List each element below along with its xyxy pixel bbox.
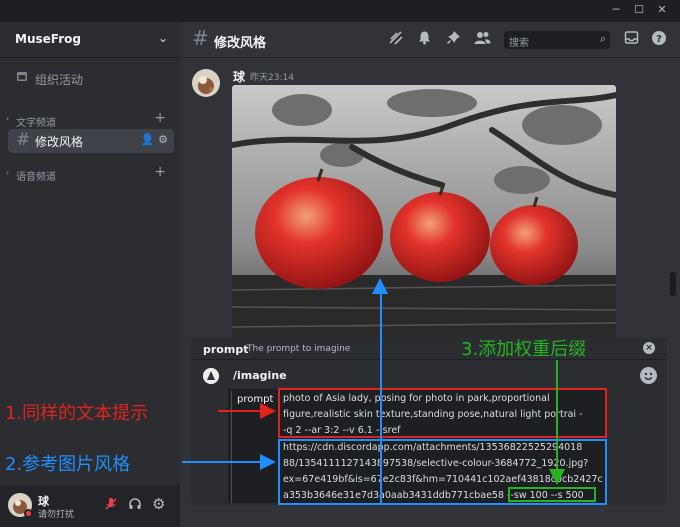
- server-header[interactable]: MuseFrog ⌄: [0, 22, 180, 58]
- command-name: /imagine: [233, 369, 287, 382]
- annotation-label-1: 1.同样的文本提示: [5, 403, 149, 424]
- bot-avatar: [203, 368, 219, 384]
- mic-muted-icon[interactable]: [104, 497, 118, 515]
- add-channel-icon[interactable]: +: [154, 164, 166, 180]
- headphones-icon[interactable]: [128, 497, 142, 515]
- option-name: prompt: [203, 343, 249, 356]
- invite-icon[interactable]: 👤: [141, 133, 155, 146]
- page-title: 修改风格: [214, 36, 267, 51]
- emoji-icon[interactable]: [640, 367, 657, 384]
- sidebar-item-label: 组织活动: [35, 73, 84, 87]
- hash-icon: #: [192, 26, 209, 50]
- window-titlebar: ─ ☐ ✕: [0, 0, 680, 22]
- server-name: MuseFrog: [15, 32, 81, 46]
- add-channel-icon[interactable]: +: [154, 110, 166, 126]
- chevron-right-icon: ›: [6, 114, 10, 123]
- threads-icon[interactable]: [386, 30, 406, 50]
- bell-icon[interactable]: [414, 30, 434, 50]
- user-panel: 球 请勿打扰 ⚙: [0, 485, 180, 527]
- chevron-down-icon: ⌄: [157, 31, 168, 45]
- members-icon[interactable]: [472, 30, 492, 50]
- svg-text:?: ?: [656, 34, 662, 45]
- chevron-right-icon: ›: [6, 168, 10, 177]
- param-label: prompt: [237, 394, 274, 405]
- maximize-icon[interactable]: ☐: [631, 2, 647, 18]
- option-description: The prompt to imagine: [247, 344, 351, 354]
- channel-tools: 👤 ⚙: [141, 133, 168, 146]
- inbox-icon[interactable]: [621, 30, 641, 50]
- hash-icon: #: [16, 130, 31, 150]
- category-label: 语音频道: [16, 172, 56, 183]
- category-text-channels[interactable]: › 文字频道 +: [0, 110, 180, 130]
- annotation-label-3: 3.添加权重后缀: [461, 339, 587, 360]
- annotation-label-2: 2.参考图片风格: [5, 454, 131, 475]
- message-author[interactable]: 球: [233, 68, 245, 85]
- help-icon[interactable]: ?: [649, 30, 669, 50]
- message-timestamp: 昨天23:14: [250, 73, 294, 83]
- pin-icon[interactable]: [443, 30, 463, 50]
- channel-label: 修改风格: [35, 135, 84, 149]
- prompt-param-chip: prompt: [231, 391, 277, 503]
- search-placeholder: 搜索: [509, 38, 529, 49]
- option-hint-bar: prompt The prompt to imagine ×: [191, 338, 667, 360]
- scrollbar-thumb[interactable]: [670, 272, 676, 296]
- minimize-icon[interactable]: ─: [608, 2, 624, 18]
- annotation-box-weight: [508, 487, 596, 502]
- sidebar-item-events[interactable]: 组织活动: [8, 66, 174, 90]
- user-status: 请勿打扰: [38, 510, 75, 520]
- search-input[interactable]: 搜索 ⌕: [504, 31, 610, 49]
- calendar-icon: [16, 70, 28, 86]
- channel-header: # 修改风格 搜索 ⌕ ?: [180, 22, 680, 58]
- settings-gear-icon[interactable]: ⚙: [152, 495, 165, 513]
- category-voice-channels[interactable]: › 语音频道 +: [0, 164, 180, 184]
- category-label: 文字频道: [16, 118, 56, 129]
- close-icon[interactable]: ×: [643, 342, 655, 354]
- search-icon: ⌕: [599, 32, 606, 45]
- close-icon[interactable]: ✕: [654, 2, 670, 18]
- channel-item-active[interactable]: # 修改风格 👤 ⚙: [8, 129, 174, 153]
- dnd-status-icon: [24, 509, 33, 518]
- attached-image-apples[interactable]: [232, 85, 616, 355]
- annotation-box-text: [278, 388, 607, 438]
- gear-icon[interactable]: ⚙: [158, 133, 168, 146]
- avatar[interactable]: [192, 69, 220, 97]
